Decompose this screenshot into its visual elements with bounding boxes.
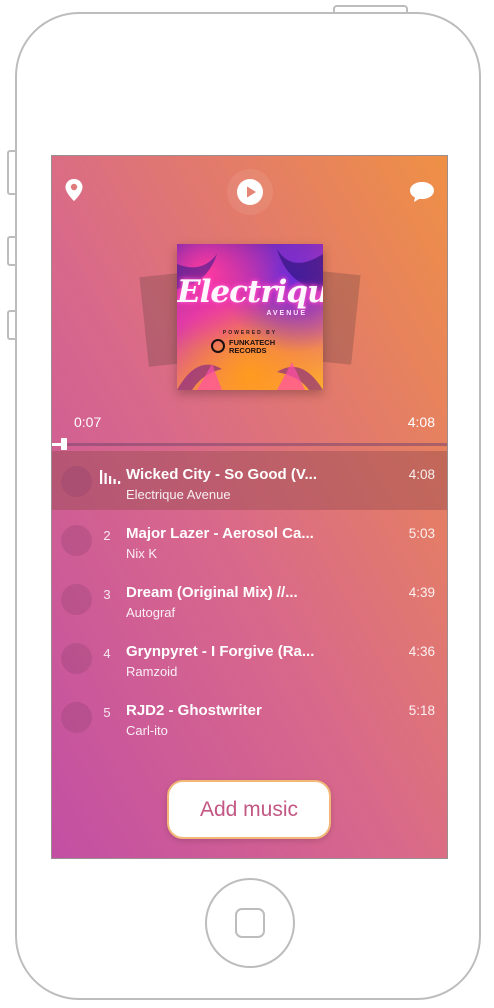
player-screen: Electrique AVENUE POWERED BY FUNKATECH R…: [51, 155, 448, 859]
track-title: RJD2 - Ghostwriter: [126, 702, 262, 719]
play-icon: [237, 179, 263, 205]
location-pin-icon[interactable]: [65, 179, 83, 201]
track-artist: Carl-ito: [126, 723, 168, 738]
elapsed-time: 0:07: [74, 414, 102, 430]
track-duration: 4:08: [408, 467, 435, 482]
track-duration: 5:03: [408, 526, 435, 541]
album-art: Electrique AVENUE POWERED BY FUNKATECH R…: [177, 244, 323, 390]
palm-leaves-decoration: [177, 249, 323, 390]
track-thumbnail: [61, 702, 92, 733]
track-thumbnail: [61, 525, 92, 556]
track-thumbnail: [61, 643, 92, 674]
album-subtitle: AVENUE: [266, 310, 307, 317]
album-title: Electrique: [177, 274, 323, 310]
track-number: 5: [103, 705, 111, 720]
track-number: 3: [103, 587, 111, 602]
track-number: 4: [103, 646, 111, 661]
progress-handle[interactable]: [60, 438, 67, 450]
track-title: Major Lazer - Aerosol Ca...: [126, 525, 314, 542]
track-row-5[interactable]: 5 RJD2 - Ghostwriter Carl-ito 5:18: [52, 687, 447, 746]
track-title: Wicked City - So Good (V...: [126, 466, 318, 483]
equalizer-bars-icon: [100, 470, 121, 484]
progress-bar[interactable]: [52, 438, 447, 450]
total-time: 4:08: [407, 414, 435, 430]
track-title: Grynpyret - I Forgive (Ra...: [126, 643, 315, 660]
track-artist: Nix K: [126, 546, 158, 561]
track-artist: Autograf: [126, 605, 176, 620]
label-logo-icon: [211, 339, 225, 353]
track-row-3[interactable]: 3 Dream (Original Mix) //... Autograf 4:…: [52, 569, 447, 628]
play-button[interactable]: [227, 169, 273, 215]
home-button-square: [235, 908, 265, 938]
track-duration: 4:36: [408, 644, 435, 659]
chat-bubble-icon[interactable]: [409, 181, 435, 203]
album-powered-by: POWERED BY: [222, 330, 278, 336]
track-duration: 5:18: [408, 703, 435, 718]
track-thumbnail: [61, 466, 92, 497]
add-music-button[interactable]: Add music: [167, 780, 331, 839]
track-list: Wicked City - So Good (V... Electrique A…: [52, 451, 447, 746]
track-artist: Electrique Avenue: [126, 487, 231, 502]
track-number: 2: [103, 528, 111, 543]
track-row-1[interactable]: Wicked City - So Good (V... Electrique A…: [52, 451, 447, 510]
track-thumbnail: [61, 584, 92, 615]
track-artist: Ramzoid: [126, 664, 178, 679]
track-row-2[interactable]: 2 Major Lazer - Aerosol Ca... Nix K 5:03: [52, 510, 447, 569]
album-label: FUNKATECH RECORDS: [229, 339, 299, 354]
album-label-line2: RECORDS: [229, 345, 267, 355]
track-duration: 4:39: [408, 585, 435, 600]
track-row-4[interactable]: 4 Grynpyret - I Forgive (Ra... Ramzoid 4…: [52, 628, 447, 687]
track-title: Dream (Original Mix) //...: [126, 584, 298, 601]
home-button[interactable]: [205, 878, 295, 968]
